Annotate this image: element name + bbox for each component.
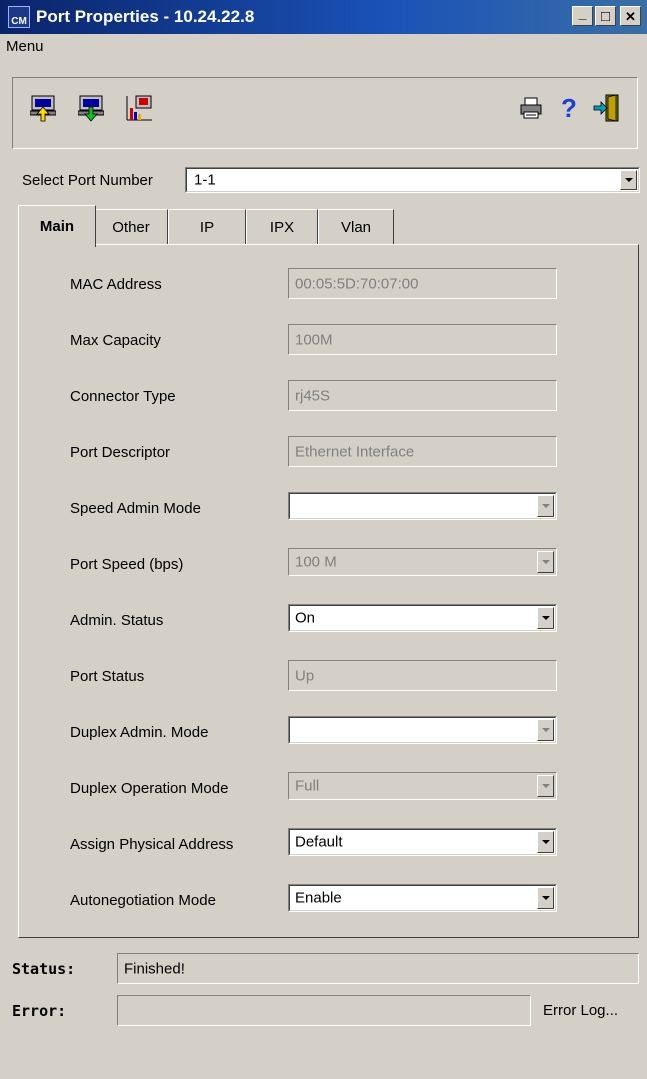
assign-physical-address-select[interactable]: Default bbox=[288, 828, 557, 856]
maximize-icon: □ bbox=[600, 7, 611, 25]
tab-vlan[interactable]: Vlan bbox=[318, 209, 394, 245]
duplex-admin-mode-select[interactable] bbox=[288, 716, 557, 744]
connector-type-value: rj45S bbox=[295, 387, 331, 404]
tab-other-label: Other bbox=[112, 219, 150, 236]
title-bar[interactable]: CM Port Properties - 10.24.22.8 _ □ ✕ bbox=[0, 0, 647, 34]
close-button[interactable]: ✕ bbox=[620, 6, 641, 26]
admin-status-value: On bbox=[295, 609, 316, 627]
port-speed-select: 100 M bbox=[288, 548, 557, 576]
error-field bbox=[117, 995, 531, 1026]
exit-button[interactable] bbox=[591, 92, 623, 124]
error-log-link[interactable]: Error Log... bbox=[543, 1002, 618, 1019]
speed-admin-mode-select[interactable] bbox=[288, 492, 557, 520]
port-speed-dropdown-button bbox=[537, 551, 554, 573]
connector-type-label: Connector Type bbox=[70, 388, 176, 405]
close-icon: ✕ bbox=[625, 8, 636, 24]
menu-item-menu[interactable]: Menu bbox=[6, 38, 44, 55]
status-value: Finished! bbox=[124, 960, 185, 977]
port-speed-value: 100 M bbox=[295, 553, 337, 571]
tab-vlan-label: Vlan bbox=[340, 219, 372, 236]
download-icon bbox=[78, 95, 104, 122]
speed-admin-mode-dropdown-button[interactable] bbox=[537, 495, 554, 517]
error-label: Error: bbox=[12, 1002, 67, 1020]
port-speed-label: Port Speed (bps) bbox=[70, 556, 184, 573]
tab-main[interactable]: Main bbox=[18, 205, 96, 247]
duplex-operation-mode-select: Full bbox=[288, 772, 557, 800]
chevron-down-icon bbox=[541, 840, 550, 844]
tab-ip-label: IP bbox=[199, 219, 215, 236]
chevron-down-icon bbox=[541, 784, 550, 788]
mac-address-label: MAC Address bbox=[70, 276, 162, 293]
tab-ipx-label: IPX bbox=[269, 219, 295, 236]
minimize-button[interactable]: _ bbox=[572, 6, 593, 26]
minimize-icon: _ bbox=[578, 5, 587, 21]
admin-status-select[interactable]: On bbox=[288, 604, 557, 632]
status-label: Status: bbox=[12, 960, 76, 978]
speed-admin-mode-label: Speed Admin Mode bbox=[70, 500, 201, 517]
port-descriptor-value: Ethernet Interface bbox=[295, 443, 415, 460]
max-capacity-label: Max Capacity bbox=[70, 332, 161, 349]
chevron-down-icon bbox=[624, 178, 633, 182]
assign-physical-address-label: Assign Physical Address bbox=[70, 836, 234, 853]
connector-type-field: rj45S bbox=[288, 380, 557, 411]
port-status-label: Port Status bbox=[70, 668, 145, 685]
autonegotiation-mode-dropdown-button[interactable] bbox=[537, 887, 554, 909]
tab-ipx[interactable]: IPX bbox=[246, 209, 318, 245]
port-number-select[interactable]: 1-1 bbox=[185, 167, 640, 193]
tab-main-label: Main bbox=[39, 218, 75, 235]
admin-status-label: Admin. Status bbox=[70, 612, 164, 629]
exit-icon bbox=[593, 94, 619, 122]
mac-address-value: 00:05:5D:70:07:00 bbox=[295, 275, 419, 292]
download-button[interactable] bbox=[75, 92, 107, 124]
duplex-admin-mode-label: Duplex Admin. Mode bbox=[70, 724, 209, 741]
statistics-button[interactable] bbox=[123, 92, 155, 124]
chevron-down-icon bbox=[541, 504, 550, 508]
help-button[interactable]: ? bbox=[553, 92, 585, 124]
select-port-label: Select Port Number bbox=[22, 172, 153, 189]
print-button[interactable] bbox=[515, 92, 547, 124]
chevron-down-icon bbox=[541, 896, 550, 900]
app-icon: CM bbox=[8, 6, 30, 28]
duplex-operation-mode-value: Full bbox=[295, 777, 320, 795]
port-status-field: Up bbox=[288, 660, 557, 691]
admin-status-dropdown-button[interactable] bbox=[537, 607, 554, 629]
chevron-down-icon bbox=[541, 560, 550, 564]
duplex-operation-mode-label: Duplex Operation Mode bbox=[70, 780, 229, 797]
menu-bar: Menu bbox=[6, 38, 44, 60]
statistics-chart-icon bbox=[126, 95, 152, 121]
port-status-value: Up bbox=[295, 667, 315, 684]
autonegotiation-mode-label: Autonegotiation Mode bbox=[70, 892, 216, 909]
duplex-operation-mode-dropdown-button bbox=[537, 775, 554, 797]
window-title: Port Properties - 10.24.22.8 bbox=[36, 7, 255, 26]
autonegotiation-mode-select[interactable]: Enable bbox=[288, 884, 557, 912]
upload-button[interactable] bbox=[27, 92, 59, 124]
max-capacity-field: 100M bbox=[288, 324, 557, 355]
autonegotiation-mode-value: Enable bbox=[295, 889, 342, 907]
port-dropdown-button[interactable] bbox=[620, 170, 637, 190]
upload-icon bbox=[30, 95, 56, 122]
chevron-down-icon bbox=[541, 616, 550, 620]
chevron-down-icon bbox=[541, 728, 550, 732]
tab-ip[interactable]: IP bbox=[168, 209, 246, 245]
assign-physical-address-value: Default bbox=[295, 833, 343, 851]
tab-other[interactable]: Other bbox=[94, 209, 168, 245]
port-number-value: 1-1 bbox=[194, 171, 216, 189]
port-descriptor-field: Ethernet Interface bbox=[288, 436, 557, 467]
assign-physical-address-dropdown-button[interactable] bbox=[537, 831, 554, 853]
help-icon: ? bbox=[561, 92, 577, 123]
toolbar: ? bbox=[12, 77, 638, 149]
port-descriptor-label: Port Descriptor bbox=[70, 444, 171, 461]
duplex-admin-mode-dropdown-button[interactable] bbox=[537, 719, 554, 741]
max-capacity-value: 100M bbox=[295, 331, 333, 348]
mac-address-field: 00:05:5D:70:07:00 bbox=[288, 268, 557, 299]
status-field: Finished! bbox=[117, 953, 639, 984]
maximize-button[interactable]: □ bbox=[595, 6, 616, 26]
print-icon bbox=[520, 97, 542, 119]
